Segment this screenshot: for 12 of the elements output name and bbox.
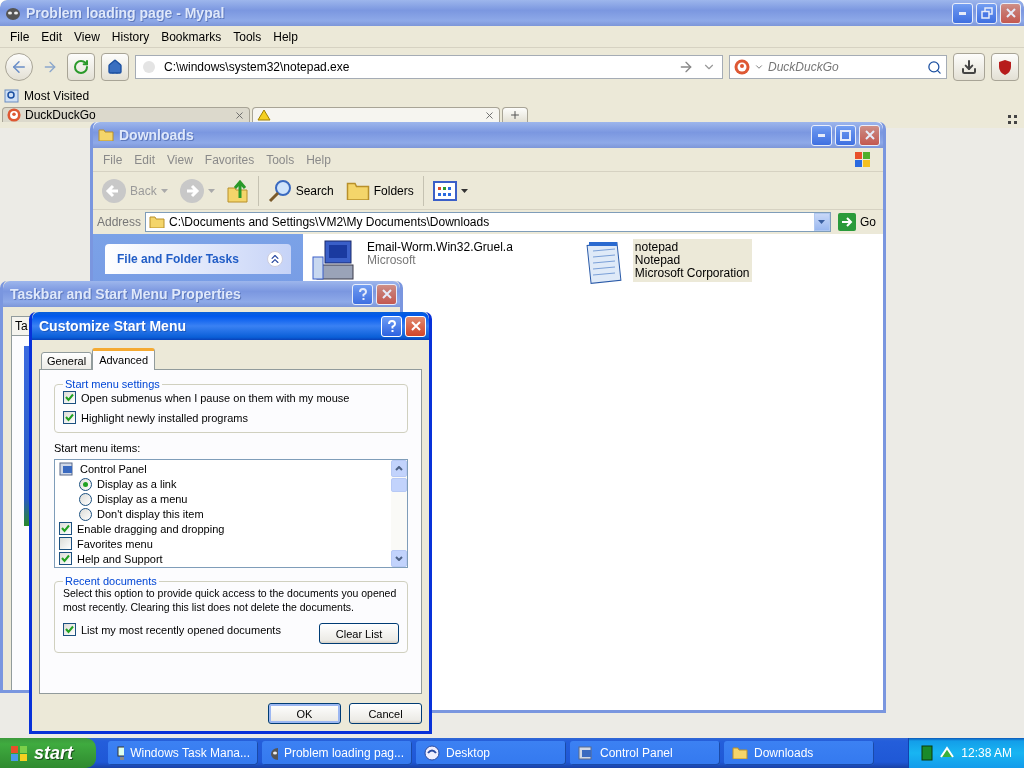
list-item: Control Panel	[80, 463, 147, 475]
group-title: Recent documents	[64, 575, 158, 587]
window-title: Customize Start Menu	[39, 318, 187, 334]
task-panel-title: File and Folder Tasks	[117, 252, 239, 266]
address-label: Address	[97, 215, 142, 229]
window-title: Problem loading page - Mypal	[26, 5, 226, 21]
description-text: Select this option to provide quick access to the documents you opened most recently. Clearing this list does not delete the documents.	[63, 586, 398, 614]
clock: 12:38 AM	[961, 746, 1012, 760]
window-title: Downloads	[119, 127, 195, 143]
list-label: Start menu items:	[54, 442, 142, 454]
group-title: Start menu settings	[64, 378, 161, 390]
window-title: Taskbar and Start Menu Properties	[10, 286, 242, 302]
